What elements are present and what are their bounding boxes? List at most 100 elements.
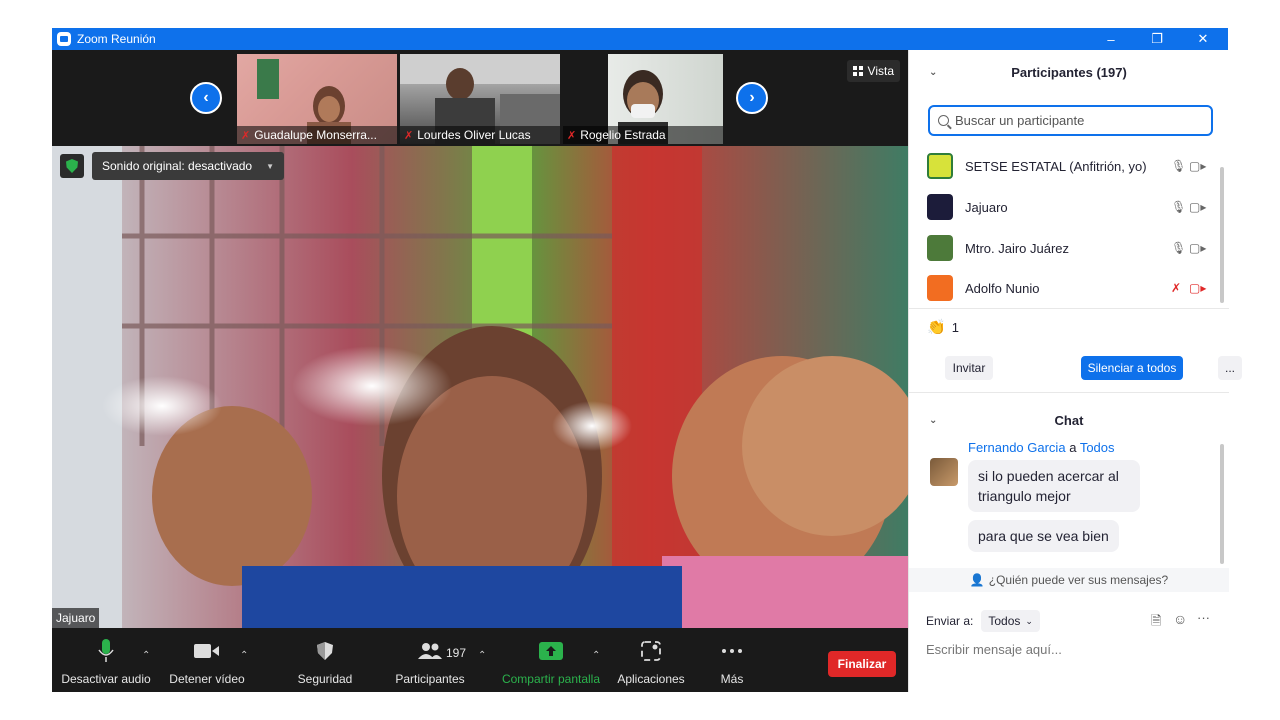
audio-options-caret[interactable]: ⌃	[142, 650, 150, 661]
original-sound-label: Sonido original: desactivado	[102, 159, 253, 173]
more-dots-icon	[721, 636, 743, 666]
close-button[interactable]: ✕	[1180, 28, 1226, 50]
participants-list: SETSE ESTATAL (Anfitrión, yo) 🎙 ▢▸ Jajua…	[909, 146, 1219, 304]
share-screen-button[interactable]: Compartir pantalla	[500, 628, 602, 692]
avatar	[930, 458, 958, 486]
chat-scrollbar[interactable]	[1220, 444, 1224, 564]
participant-name: SETSE ESTATAL (Anfitrión, yo)	[965, 158, 1147, 174]
security-button[interactable]: Seguridad	[288, 628, 362, 692]
microphone-icon[interactable]: 🎙	[1171, 241, 1186, 255]
participants-header: ⌄ Participantes (197)	[909, 60, 1229, 84]
video-camera-icon	[194, 636, 220, 666]
chat-messages: Fernando Garcia a Todos si lo pueden ace…	[909, 436, 1219, 566]
minimize-button[interactable]: –	[1088, 28, 1134, 50]
microphone-icon[interactable]: 🎙	[1171, 159, 1186, 173]
mute-audio-button[interactable]: Desactivar audio	[61, 628, 151, 692]
zoom-logo-icon	[57, 32, 71, 46]
file-icon[interactable]: 🗎	[1151, 612, 1161, 634]
collapse-chevron-icon[interactable]: ⌄	[929, 67, 937, 78]
participant-thumbnail[interactable]: ✗ Guadalupe Monserra...	[237, 54, 397, 144]
avatar	[927, 194, 953, 220]
mic-muted-icon: ✗	[567, 129, 577, 142]
more-dots-icon[interactable]: ···	[1197, 610, 1210, 625]
restore-button[interactable]: ❐	[1134, 28, 1180, 50]
window-title: Zoom Reunión	[77, 32, 156, 46]
thumbnail-name: Lourdes Oliver Lucas	[417, 128, 531, 142]
chat-message: si lo pueden acercar al triangulo mejor	[968, 460, 1140, 512]
end-meeting-button[interactable]: Finalizar	[828, 651, 896, 677]
active-speaker-video: Sonido original: desactivado ▼ Jajuaro	[52, 146, 908, 628]
participant-row[interactable]: Jajuaro 🎙 ▢▸	[927, 187, 1207, 227]
video-camera-icon[interactable]: ▢▸	[1189, 159, 1206, 173]
stop-video-button[interactable]: Detener vídeo	[166, 628, 248, 692]
video-off-icon[interactable]: ▢▸	[1189, 281, 1206, 295]
user-info-icon: 👤	[969, 573, 985, 587]
clap-icon: 👏	[927, 319, 946, 336]
next-page-button[interactable]: ›	[736, 82, 768, 114]
speaker-video-frame	[52, 146, 908, 628]
encryption-shield-icon[interactable]	[60, 154, 84, 178]
original-sound-toggle[interactable]: Sonido original: desactivado ▼	[92, 152, 285, 180]
participant-search-input[interactable]: Buscar un participante	[928, 105, 1213, 136]
participant-row[interactable]: SETSE ESTATAL (Anfitrión, yo) 🎙 ▢▸	[927, 146, 1207, 186]
chat-message: para que se vea bien	[968, 520, 1119, 552]
participants-title: Participantes (197)	[1011, 64, 1127, 80]
search-placeholder: Buscar un participante	[955, 113, 1085, 128]
participant-name: Jajuaro	[965, 199, 1008, 215]
video-camera-icon[interactable]: ▢▸	[1189, 200, 1206, 214]
thumbnail-name: Guadalupe Monserra...	[254, 128, 377, 142]
collapse-chevron-icon[interactable]: ⌄	[929, 415, 937, 426]
more-options-button[interactable]: ...	[1218, 356, 1242, 380]
video-camera-icon[interactable]: ▢▸	[1189, 241, 1206, 255]
participant-thumbnail[interactable]: ✗ Lourdes Oliver Lucas	[400, 54, 560, 144]
chat-message-input[interactable]: Escribir mensaje aquí...	[926, 642, 1062, 657]
chat-title: Chat	[1054, 412, 1084, 428]
participant-row[interactable]: Mtro. Jairo Juárez 🎙 ▢▸	[927, 228, 1207, 268]
share-options-caret[interactable]: ⌃	[592, 650, 600, 661]
participant-thumbnail[interactable]: ✗ Rogelio Estrada	[563, 54, 723, 144]
mic-muted-icon: ✗	[241, 129, 251, 142]
who-can-see-messages[interactable]: 👤 ¿Quién puede ver sus mensajes?	[909, 568, 1229, 592]
caret-down-icon: ▼	[266, 161, 275, 171]
participants-count: 197	[446, 646, 467, 660]
meeting-area: ‹ ✗ Guadalupe Monserra... ✗ Lourdes Oliv…	[52, 50, 908, 692]
recipient-dropdown[interactable]: Todos ⌄	[981, 610, 1040, 632]
send-to-row: Enviar a: Todos ⌄	[926, 610, 1040, 632]
view-button[interactable]: Vista	[846, 60, 900, 82]
chevron-down-icon: ⌄	[1025, 615, 1033, 626]
participant-row[interactable]: Adolfo Nunio ✗ ▢▸	[927, 268, 1207, 304]
emoji-icon[interactable]: ☺	[1173, 611, 1187, 627]
title-bar: Zoom Reunión – ❐ ✕	[52, 28, 1228, 50]
apps-icon	[641, 636, 661, 666]
avatar	[927, 275, 953, 301]
participants-button[interactable]: Participantes	[388, 628, 472, 692]
apps-button[interactable]: Aplicaciones	[616, 628, 686, 692]
video-options-caret[interactable]: ⌃	[240, 650, 248, 661]
microphone-icon	[97, 636, 115, 666]
participants-icon	[417, 636, 443, 666]
avatar	[927, 235, 953, 261]
shield-icon	[316, 636, 334, 666]
mute-all-button[interactable]: Silenciar a todos	[1081, 356, 1183, 380]
grid-icon	[852, 66, 863, 76]
side-panel: ⌄ Participantes (197) Buscar un particip…	[908, 50, 1242, 692]
microphone-icon[interactable]: 🎙	[1171, 200, 1186, 214]
chat-header: ⌄ Chat	[909, 408, 1229, 432]
divider	[909, 392, 1229, 393]
send-to-label: Enviar a:	[926, 614, 974, 628]
invite-button[interactable]: Invitar	[945, 356, 993, 380]
speaker-name: Jajuaro	[52, 608, 100, 628]
participant-name: Mtro. Jairo Juárez	[965, 240, 1070, 256]
zoom-window: Zoom Reunión – ❐ ✕ ‹ ✗ Guadalupe Monserra…	[52, 28, 1242, 692]
meeting-toolbar: Desactivar audio ⌃ Detener vídeo ⌃ Segur…	[52, 628, 908, 692]
mic-muted-icon[interactable]: ✗	[1171, 281, 1181, 295]
thumbnail-name: Rogelio Estrada	[580, 128, 666, 142]
mic-muted-icon: ✗	[404, 129, 414, 142]
participants-options-caret[interactable]: ⌃	[478, 650, 486, 661]
raised-hands-count: 👏 1	[927, 319, 959, 336]
participants-scrollbar[interactable]	[1220, 167, 1224, 303]
participant-name: Adolfo Nunio	[965, 280, 1040, 296]
more-button[interactable]: Más	[712, 628, 752, 692]
search-icon	[938, 115, 949, 126]
prev-page-button[interactable]: ‹	[190, 82, 222, 114]
